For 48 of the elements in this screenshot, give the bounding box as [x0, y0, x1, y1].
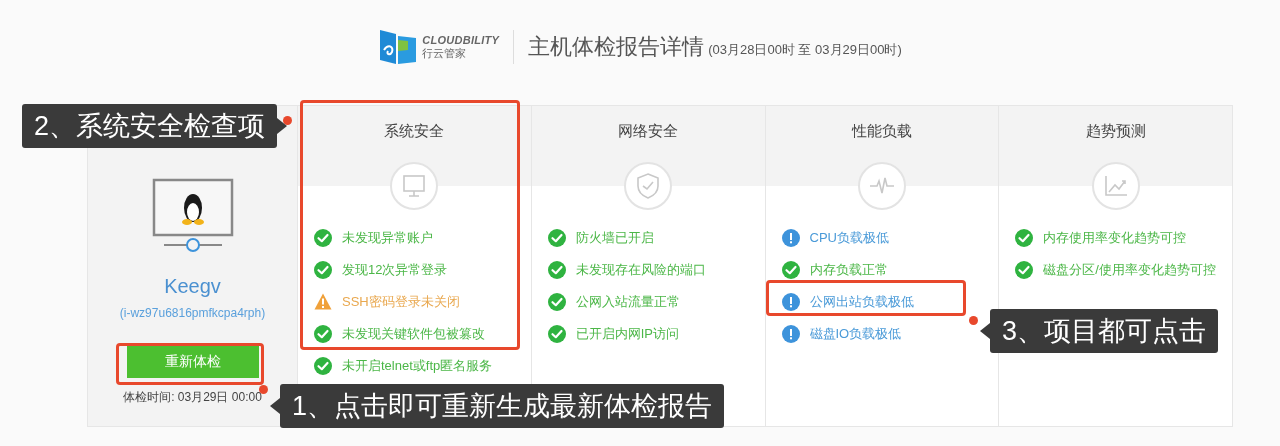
logo-icon	[378, 27, 419, 66]
warning-icon	[314, 293, 332, 310]
callout-pointer	[277, 118, 288, 134]
category-title: 网络安全	[618, 121, 679, 141]
info-icon	[781, 229, 800, 247]
host-name: Keegv	[164, 276, 221, 296]
date-range: (03月28日00时 至 03月29日00时)	[708, 41, 902, 59]
check-item[interactable]: 未开启telnet或ftp匿名服务	[342, 356, 493, 376]
check-item[interactable]: 防火墙已开启	[575, 228, 654, 248]
page-title: 主机体检报告详情	[528, 33, 705, 61]
check-item[interactable]: 未发现异常账户	[342, 228, 433, 248]
check-icon	[547, 261, 566, 279]
brand-subtitle: 行云管家	[422, 47, 468, 59]
check-item[interactable]: 内存负载正常	[809, 260, 888, 280]
callout-label: 2、系统安全检查项	[22, 104, 278, 148]
info-icon	[781, 325, 800, 343]
recheck-button[interactable]: 重新体检	[126, 344, 259, 378]
check-item[interactable]: 未发现存在风险的端口	[575, 260, 706, 280]
category-title: 趋势预测	[1085, 121, 1146, 141]
check-icon	[1015, 261, 1034, 279]
check-item[interactable]: 磁盘IO负载极低	[809, 324, 902, 344]
check-item[interactable]: 未发现关键软件包被篡改	[342, 324, 485, 344]
check-item[interactable]: 公网出站负载极低	[809, 292, 914, 312]
category-title: 系统安全	[384, 121, 445, 141]
check-item[interactable]: 发现12次异常登录	[342, 260, 448, 280]
check-icon	[781, 261, 800, 279]
check-item[interactable]: 公网入站流量正常	[575, 292, 680, 312]
info-icon	[781, 293, 800, 311]
check-icon	[314, 325, 332, 343]
check-item[interactable]: CPU负载极低	[809, 228, 889, 248]
check-item[interactable]: SSH密码登录未关闭	[342, 292, 460, 312]
penguin-monitor-icon	[151, 178, 234, 254]
check-time: 体检时间: 03月29日 00:00	[123, 389, 262, 406]
callout-label: 3、项目都可点击	[990, 309, 1219, 353]
callout-label: 1、点击即可重新生成最新体检报告	[280, 384, 725, 428]
check-icon	[314, 229, 332, 247]
check-icon	[547, 325, 566, 343]
check-icon	[547, 229, 566, 247]
check-icon	[314, 357, 332, 375]
check-icon	[547, 293, 566, 311]
check-item[interactable]: 已开启内网IP访问	[575, 324, 680, 344]
check-item[interactable]: 磁盘分区/使用率变化趋势可控	[1043, 260, 1216, 280]
host-id: (i-wz97u6816pmfkcpa4rph)	[119, 305, 266, 322]
category-title: 性能负载	[851, 121, 912, 141]
check-item[interactable]: 内存使用率变化趋势可控	[1043, 228, 1187, 248]
brand-name: CLOUDBILITY	[422, 34, 500, 46]
check-icon	[1015, 229, 1034, 247]
check-icon	[314, 261, 332, 279]
